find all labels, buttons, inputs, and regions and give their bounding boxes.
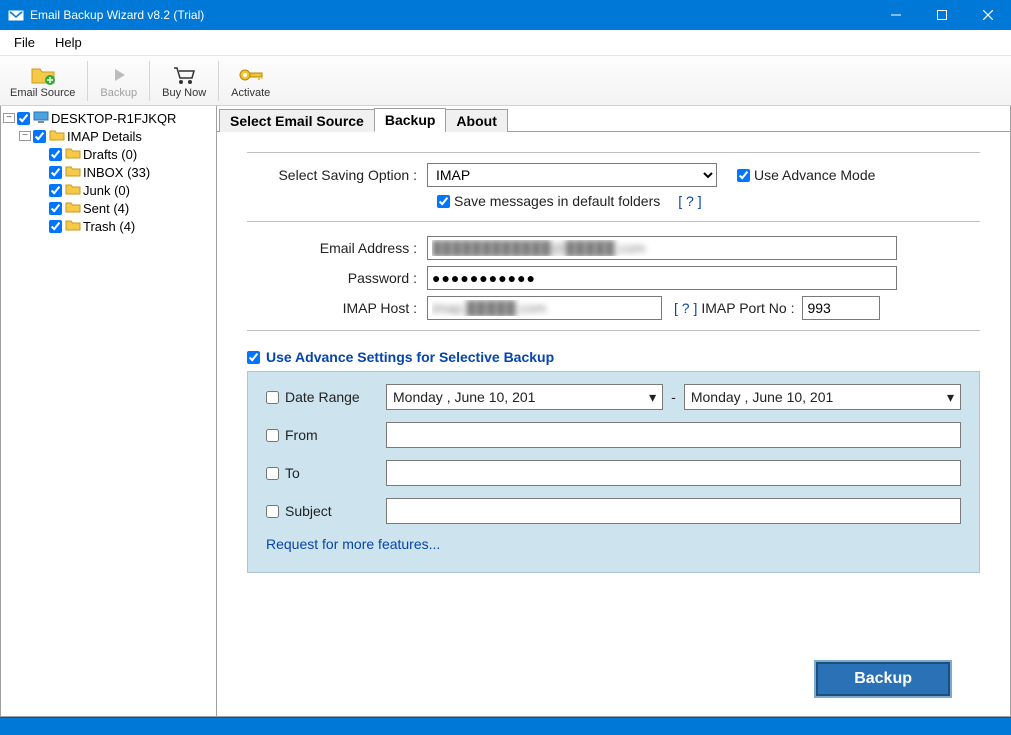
folder-icon bbox=[65, 183, 81, 198]
cart-icon bbox=[172, 63, 196, 87]
tree-folder-checkbox[interactable] bbox=[49, 184, 62, 197]
subject-checkbox[interactable] bbox=[266, 505, 279, 518]
tree-folder-label: Drafts (0) bbox=[83, 147, 137, 162]
advance-settings-label: Use Advance Settings for Selective Backu… bbox=[266, 349, 554, 365]
toolbar-activate-label: Activate bbox=[231, 87, 270, 99]
minimize-button[interactable] bbox=[873, 0, 919, 30]
password-label: Password : bbox=[247, 270, 427, 286]
from-input[interactable] bbox=[386, 422, 961, 448]
folder-tree: − DESKTOP-R1FJKQR − IMAP Details Drafts … bbox=[1, 106, 217, 716]
save-default-label: Save messages in default folders bbox=[454, 193, 660, 209]
save-default-checkbox[interactable] bbox=[437, 195, 450, 208]
tree-folder-checkbox[interactable] bbox=[49, 148, 62, 161]
tab-about[interactable]: About bbox=[445, 109, 507, 132]
tree-folder-checkbox[interactable] bbox=[49, 202, 62, 215]
imap-port-input[interactable] bbox=[802, 296, 880, 320]
tabs: Select Email Source Backup About bbox=[217, 106, 1010, 132]
toolbar-buy-now[interactable]: Buy Now bbox=[154, 57, 214, 105]
tree-imap-label: IMAP Details bbox=[67, 129, 142, 144]
to-label: To bbox=[285, 465, 300, 481]
tab-select-email-source[interactable]: Select Email Source bbox=[219, 109, 375, 132]
titlebar: Email Backup Wizard v8.2 (Trial) bbox=[0, 0, 1011, 30]
menu-help[interactable]: Help bbox=[45, 32, 92, 53]
menubar: File Help bbox=[0, 30, 1011, 56]
maximize-button[interactable] bbox=[919, 0, 965, 30]
toolbar-separator bbox=[149, 61, 150, 101]
collapse-icon[interactable]: − bbox=[19, 131, 31, 141]
toolbar-email-source[interactable]: Email Source bbox=[2, 57, 83, 105]
date-to-input[interactable]: Monday , June 10, 201▾ bbox=[684, 384, 961, 410]
email-address-input[interactable] bbox=[427, 236, 897, 260]
toolbar-email-source-label: Email Source bbox=[10, 87, 75, 99]
subject-label: Subject bbox=[285, 503, 332, 519]
date-from-input[interactable]: Monday , June 10, 201▾ bbox=[386, 384, 663, 410]
tree-root-checkbox[interactable] bbox=[17, 112, 30, 125]
tree-folder-label: INBOX (33) bbox=[83, 165, 150, 180]
imap-host-input[interactable] bbox=[427, 296, 662, 320]
tree-imap[interactable]: − IMAP Details bbox=[3, 127, 214, 145]
tree-folder-sent[interactable]: Sent (4) bbox=[3, 199, 214, 217]
to-input[interactable] bbox=[386, 460, 961, 486]
to-checkbox[interactable] bbox=[266, 467, 279, 480]
window-title: Email Backup Wizard v8.2 (Trial) bbox=[30, 8, 873, 22]
key-icon bbox=[238, 63, 264, 87]
toolbar-separator bbox=[87, 61, 88, 101]
advance-settings-checkbox[interactable] bbox=[247, 351, 260, 364]
folder-icon bbox=[65, 147, 81, 162]
backup-button[interactable]: Backup bbox=[816, 662, 950, 696]
save-default-help[interactable]: [ ? ] bbox=[678, 193, 701, 209]
menu-file[interactable]: File bbox=[4, 32, 45, 53]
use-advance-mode-label: Use Advance Mode bbox=[754, 167, 875, 183]
tree-folder-checkbox[interactable] bbox=[49, 166, 62, 179]
use-advance-mode-checkbox[interactable] bbox=[737, 169, 750, 182]
chevron-down-icon: ▾ bbox=[649, 389, 656, 406]
saving-option-select[interactable]: IMAP bbox=[427, 163, 717, 187]
toolbar-buy-now-label: Buy Now bbox=[162, 87, 206, 99]
folder-icon bbox=[65, 165, 81, 180]
from-checkbox[interactable] bbox=[266, 429, 279, 442]
status-bar bbox=[0, 717, 1011, 735]
toolbar: Email Source Backup Buy Now Activate bbox=[0, 56, 1011, 106]
chevron-down-icon: ▾ bbox=[947, 389, 954, 406]
tree-folder-label: Junk (0) bbox=[83, 183, 130, 198]
toolbar-separator bbox=[218, 61, 219, 101]
imap-host-label: IMAP Host : bbox=[247, 300, 427, 316]
tree-imap-checkbox[interactable] bbox=[33, 130, 46, 143]
request-features-link[interactable]: Request for more features... bbox=[266, 536, 961, 552]
email-address-label: Email Address : bbox=[247, 240, 427, 256]
tab-backup[interactable]: Backup bbox=[374, 108, 447, 132]
tree-folder-drafts[interactable]: Drafts (0) bbox=[3, 145, 214, 163]
app-icon bbox=[8, 7, 24, 23]
subject-input[interactable] bbox=[386, 498, 961, 524]
collapse-icon[interactable]: − bbox=[3, 113, 15, 123]
tree-root[interactable]: − DESKTOP-R1FJKQR bbox=[3, 109, 214, 127]
date-range-checkbox[interactable] bbox=[266, 391, 279, 404]
folder-icon bbox=[65, 219, 81, 234]
date-range-label: Date Range bbox=[285, 389, 360, 405]
folder-add-icon bbox=[30, 63, 56, 87]
imap-port-label: IMAP Port No : bbox=[701, 300, 794, 316]
tree-folder-junk[interactable]: Junk (0) bbox=[3, 181, 214, 199]
tree-folder-label: Sent (4) bbox=[83, 201, 129, 216]
main-panel: Select Email Source Backup About Select … bbox=[217, 106, 1010, 716]
tree-folder-label: Trash (4) bbox=[83, 219, 135, 234]
folder-icon bbox=[65, 201, 81, 216]
toolbar-backup-label: Backup bbox=[100, 87, 137, 99]
advance-settings-panel: Date Range Monday , June 10, 201▾ - Mond… bbox=[247, 371, 980, 573]
computer-icon bbox=[33, 111, 49, 126]
folder-icon bbox=[49, 129, 65, 144]
tree-folder-checkbox[interactable] bbox=[49, 220, 62, 233]
imap-host-help[interactable]: [ ? ] bbox=[674, 300, 697, 316]
toolbar-activate[interactable]: Activate bbox=[223, 57, 278, 105]
backup-panel: Select Saving Option : IMAP Use Advance … bbox=[217, 132, 1010, 716]
saving-option-label: Select Saving Option : bbox=[247, 167, 427, 183]
play-icon bbox=[111, 63, 127, 87]
tree-root-label: DESKTOP-R1FJKQR bbox=[51, 111, 176, 126]
tree-folder-trash[interactable]: Trash (4) bbox=[3, 217, 214, 235]
from-label: From bbox=[285, 427, 318, 443]
password-input[interactable] bbox=[427, 266, 897, 290]
toolbar-backup[interactable]: Backup bbox=[92, 57, 145, 105]
tree-folder-inbox[interactable]: INBOX (33) bbox=[3, 163, 214, 181]
close-button[interactable] bbox=[965, 0, 1011, 30]
